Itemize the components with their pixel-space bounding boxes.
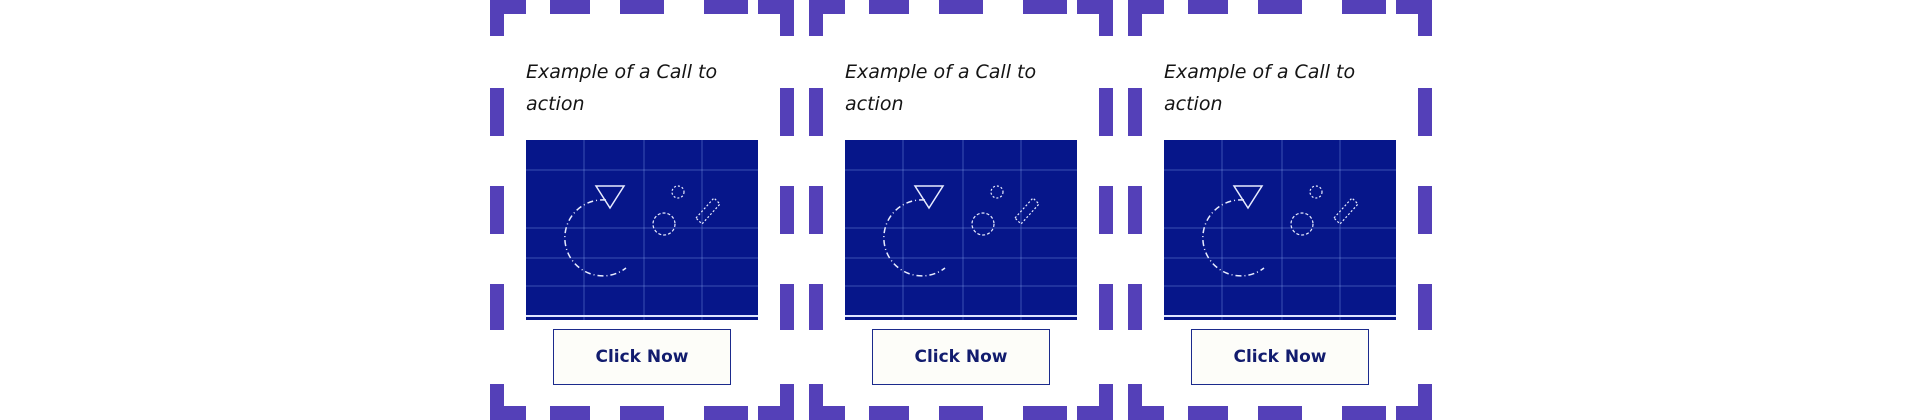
cta-row: Example of a Call to action Click Now Ex… — [490, 0, 1432, 420]
blueprint-illustration-icon — [845, 140, 1077, 320]
cta-card: Example of a Call to action Click Now — [809, 0, 1113, 420]
cta-card: Example of a Call to action Click Now — [1128, 0, 1432, 420]
blueprint-drawing — [845, 140, 1077, 320]
blueprint-drawing — [526, 140, 758, 320]
cta-title: Example of a Call to action — [526, 61, 718, 115]
blueprint-illustration-icon — [526, 140, 758, 320]
click-now-button[interactable]: Click Now — [1191, 329, 1369, 385]
cta-title: Example of a Call to action — [845, 61, 1037, 115]
blueprint-illustration-icon — [1164, 140, 1396, 320]
click-now-button[interactable]: Click Now — [872, 329, 1050, 385]
cta-title: Example of a Call to action — [1164, 61, 1356, 115]
cta-card: Example of a Call to action Click Now — [490, 0, 794, 420]
blueprint-drawing — [1164, 140, 1396, 320]
click-now-button[interactable]: Click Now — [553, 329, 731, 385]
